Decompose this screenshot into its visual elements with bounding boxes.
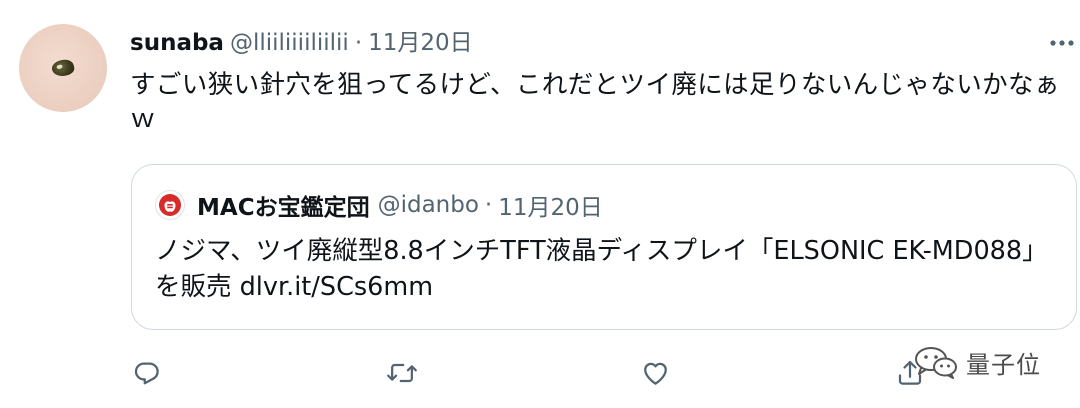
watermark: 量子位: [912, 344, 1041, 380]
wechat-logo-icon: [915, 347, 957, 379]
more-icon: [1050, 40, 1074, 46]
quoted-tweet-text: ノジマ、ツイ廃縦型8.8インチTFT液晶ディスプレイ「ELSONIC EK-MD…: [155, 236, 1048, 302]
quoted-separator-dot: ·: [484, 192, 493, 218]
tweet[interactable]: sunaba @lliiliiiiliilii · 11月20日 すごい狭い針穴…: [0, 0, 1080, 408]
display-name[interactable]: sunaba: [130, 28, 224, 58]
heart-icon: [643, 362, 667, 385]
quoted-tweet-timestamp: 11月20日: [498, 195, 603, 221]
like-button[interactable]: [639, 357, 671, 389]
quoted-avatar-icon[interactable]: [155, 190, 185, 220]
tweet-timestamp[interactable]: 11月20日: [368, 28, 473, 58]
more-options-button[interactable]: [1049, 30, 1075, 56]
reply-icon: [134, 362, 159, 385]
user-handle[interactable]: @lliiliiiiliilii: [230, 28, 349, 58]
tweet-header: sunaba @lliiliiiiliilii · 11月20日: [130, 28, 473, 58]
retweet-button[interactable]: [386, 357, 418, 389]
tweet-text: すごい狭い針穴を狙ってるけど、これだとツイ廃には足りないんじゃないかなぁｗ: [130, 70, 1060, 134]
quoted-tweet[interactable]: MACお宝鑑定団 @idanbo · 11月20日 ノジマ、ツイ廃縦型8.8イン…: [131, 164, 1077, 330]
quoted-user-handle: @idanbo: [377, 192, 479, 218]
user-avatar[interactable]: [19, 24, 107, 112]
retweet-icon: [387, 363, 417, 383]
reply-button[interactable]: [131, 357, 163, 389]
avatar-image: [50, 57, 76, 79]
watermark-text: 量子位: [966, 350, 1041, 379]
quoted-display-name: MACお宝鑑定団: [197, 195, 370, 221]
separator-dot: ·: [354, 30, 363, 56]
quoted-tweet-header: MACお宝鑑定団 @idanbo · 11月20日: [155, 189, 603, 221]
